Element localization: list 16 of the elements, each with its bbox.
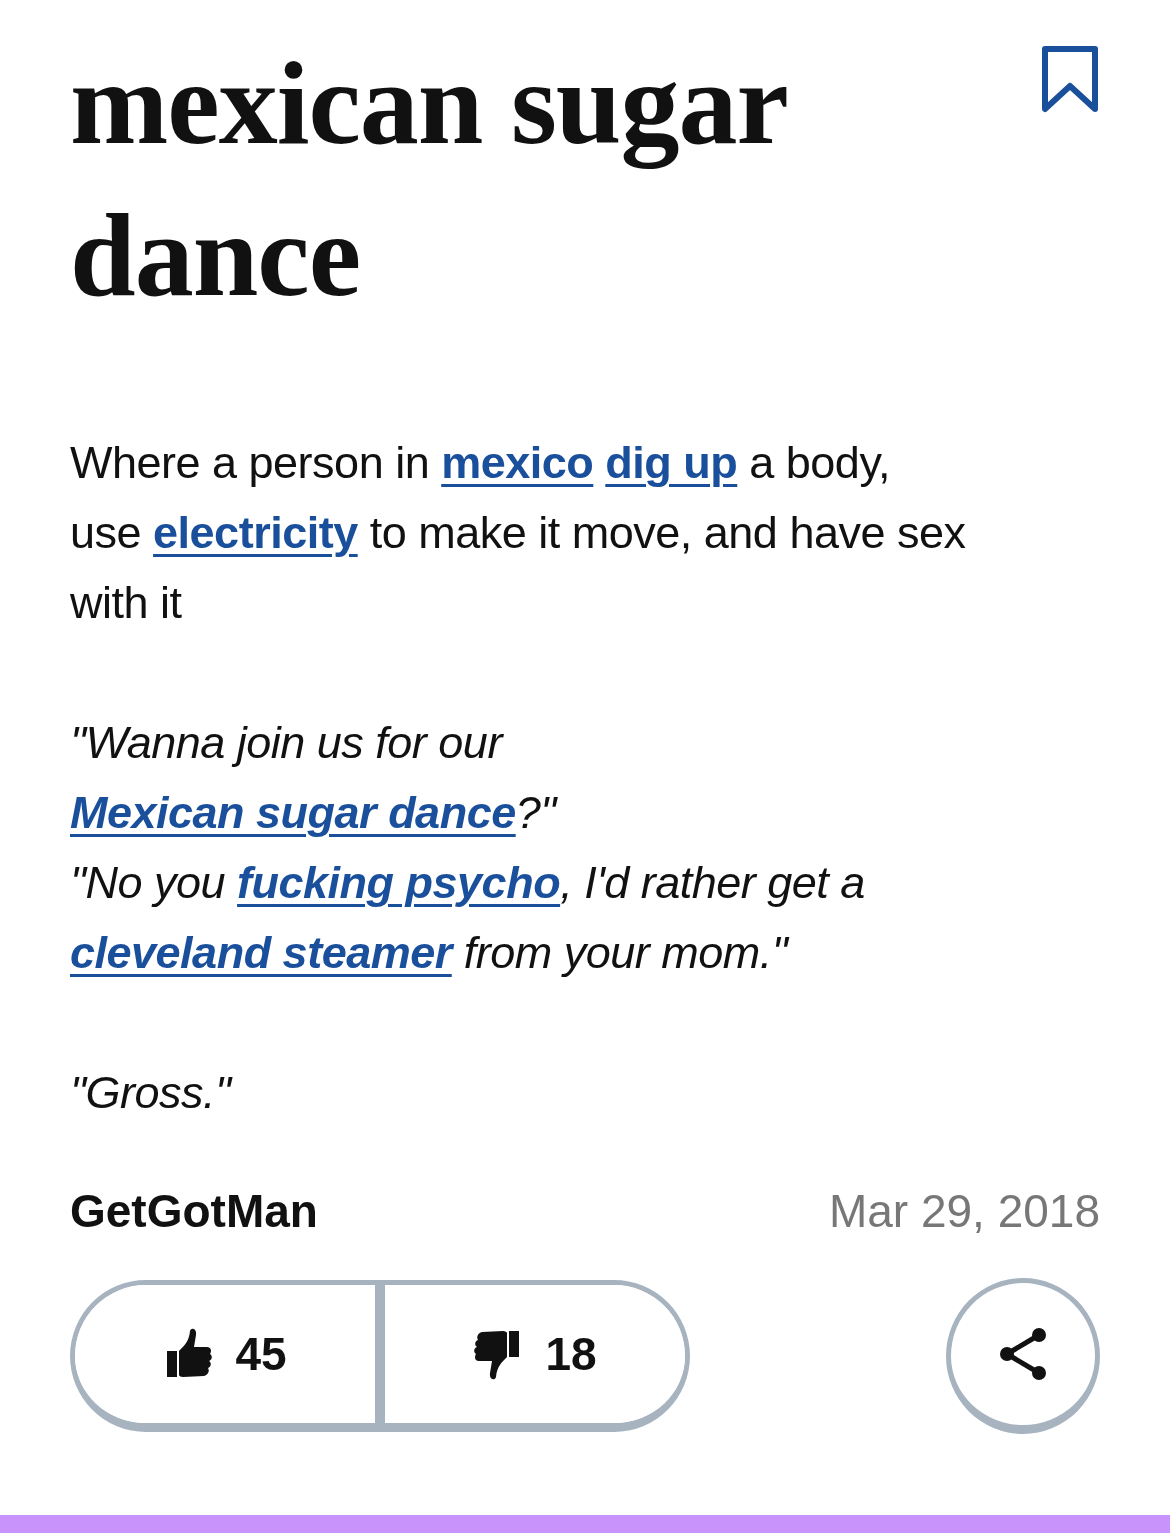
term-link[interactable]: mexico: [441, 437, 594, 488]
word-title: mexican sugar dance: [70, 37, 788, 323]
example-text: "Gross.": [70, 1066, 234, 1120]
share-icon: [997, 1326, 1049, 1382]
post-date: Mar 29, 2018: [828, 1184, 1100, 1238]
term-link[interactable]: Mexican sugar dance: [70, 787, 516, 838]
bookmark-icon[interactable]: [1040, 44, 1100, 114]
term-link[interactable]: fucking psycho: [237, 857, 561, 908]
term-link[interactable]: dig up: [605, 437, 738, 488]
upvote-count: 45: [235, 1327, 287, 1381]
author-name[interactable]: GetGotMan: [70, 1184, 318, 1238]
term-link[interactable]: electricity: [153, 507, 358, 558]
downvote-button[interactable]: 18: [375, 1285, 685, 1423]
example-text: "Wanna join us for our Mexican sugar dance?" "No you fucking psycho, I'd rather get a cleveland steamer from your mom.": [70, 716, 866, 980]
definition-text: Where a person in mexico dig up a body, use electricity to make it move, and have sex with it: [70, 436, 967, 630]
downvote-count: 18: [545, 1327, 597, 1381]
